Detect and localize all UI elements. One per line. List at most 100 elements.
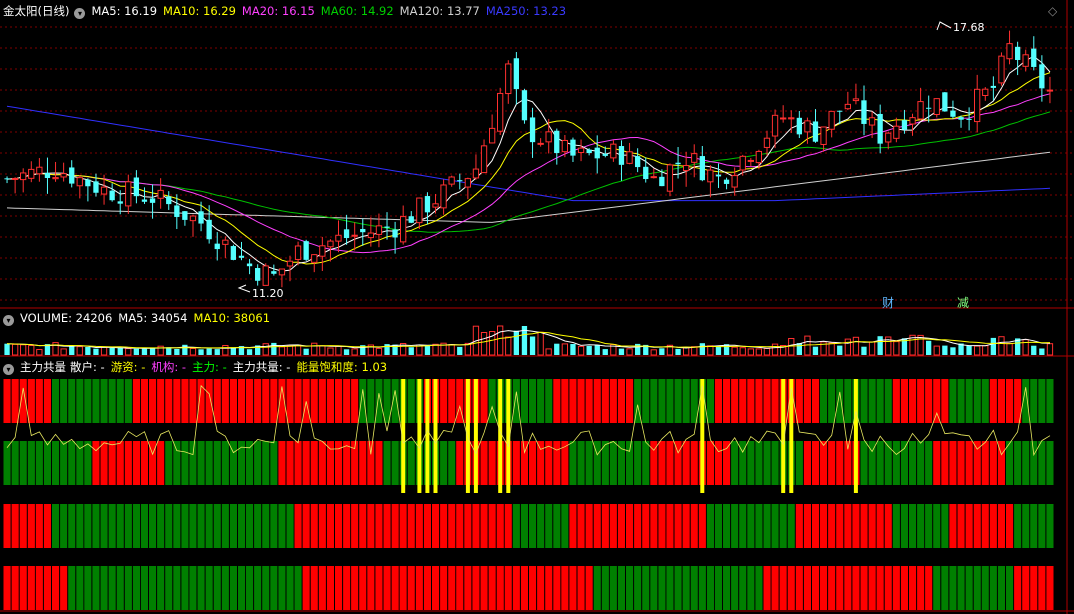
indicator-bar bbox=[747, 504, 755, 548]
indicator-bar bbox=[108, 379, 116, 423]
indicator-bar bbox=[464, 566, 472, 610]
candle-down bbox=[659, 176, 665, 187]
indicator-bar bbox=[335, 504, 343, 548]
candle-up bbox=[335, 234, 342, 242]
volume-bar-up bbox=[561, 343, 569, 356]
candle-up bbox=[400, 216, 407, 243]
candle-down bbox=[457, 180, 463, 182]
volume-bar-up bbox=[933, 345, 940, 356]
indicator-bar bbox=[472, 504, 480, 548]
indicator-bar bbox=[375, 504, 383, 548]
candle-down bbox=[182, 211, 188, 220]
candle-up bbox=[1022, 54, 1029, 67]
indicator-toggle-icon[interactable]: ▾ bbox=[3, 364, 14, 375]
indicator-bar bbox=[181, 566, 189, 610]
indicator-bar bbox=[60, 566, 68, 610]
candle-down bbox=[958, 117, 964, 120]
volume-bar-down bbox=[554, 343, 560, 355]
volume-bar-up bbox=[125, 348, 132, 356]
indicator-bar bbox=[43, 379, 51, 423]
indicator-bar bbox=[432, 566, 440, 610]
indicator-bar bbox=[795, 566, 803, 610]
candle-down bbox=[149, 198, 156, 203]
indicator-bar bbox=[100, 566, 108, 610]
indicator-bar bbox=[997, 504, 1005, 548]
indicator-bar bbox=[884, 379, 892, 423]
indicator-bar bbox=[302, 566, 310, 610]
indicator-bar bbox=[480, 441, 488, 485]
indicator-bar bbox=[706, 441, 714, 485]
financial-badge[interactable]: 财 bbox=[882, 294, 894, 311]
indicator-bar bbox=[876, 441, 884, 485]
indicator-bar bbox=[747, 379, 755, 423]
indicator-bar bbox=[480, 566, 488, 610]
indicator-bar bbox=[11, 566, 19, 610]
indicator-bar bbox=[326, 504, 334, 548]
jigou-label: 机构: - bbox=[151, 360, 187, 374]
indicator-bar bbox=[173, 504, 181, 548]
indicator-bar bbox=[383, 566, 391, 610]
indicator-bar bbox=[642, 566, 650, 610]
indicator-bar bbox=[181, 379, 189, 423]
indicator-bar bbox=[593, 504, 601, 548]
indicator-bar bbox=[868, 504, 876, 548]
volume-bar-up bbox=[294, 344, 302, 356]
indicator-bar bbox=[440, 379, 448, 423]
indicator-bar bbox=[909, 379, 917, 423]
indicator-bar bbox=[658, 379, 666, 423]
candle-down bbox=[837, 110, 843, 112]
indicator-bar bbox=[407, 566, 415, 610]
candle-up bbox=[375, 225, 383, 235]
indicator-bar bbox=[302, 379, 310, 423]
indicator-bar bbox=[84, 441, 92, 485]
indicator-bar bbox=[957, 379, 965, 423]
indicator-bar bbox=[909, 566, 917, 610]
indicator-bar bbox=[812, 379, 820, 423]
indicator-bar bbox=[617, 504, 625, 548]
indicator-bar bbox=[868, 566, 876, 610]
indicator-bar bbox=[440, 441, 448, 485]
indicator-bar bbox=[238, 379, 246, 423]
candle-down bbox=[521, 90, 528, 121]
indicator-bar bbox=[132, 566, 140, 610]
volume-toggle-icon[interactable]: ▾ bbox=[3, 315, 14, 326]
candle-up bbox=[100, 186, 108, 195]
indicator-bar bbox=[140, 379, 148, 423]
indicator-bar bbox=[949, 504, 957, 548]
indicator-bar bbox=[601, 379, 609, 423]
indicator-bar bbox=[440, 566, 448, 610]
indicator-bar bbox=[520, 504, 528, 548]
indicator-bar bbox=[949, 379, 957, 423]
indicator-bar bbox=[181, 441, 189, 485]
indicator-bar bbox=[262, 379, 270, 423]
indicator-bar bbox=[343, 379, 351, 423]
volume-bar-up bbox=[707, 345, 714, 356]
indicator-bar bbox=[682, 379, 690, 423]
indicator-bar bbox=[569, 441, 577, 485]
ma5-line bbox=[6, 55, 1051, 272]
candle-down bbox=[206, 219, 212, 240]
settings-toggle-icon[interactable]: ▾ bbox=[74, 8, 86, 19]
reduction-badge[interactable]: 减 bbox=[957, 294, 969, 311]
indicator-bar bbox=[747, 566, 755, 610]
candle-down bbox=[117, 201, 123, 204]
low-price-label: 11.20 bbox=[252, 287, 284, 300]
candle-down bbox=[618, 146, 625, 165]
indicator-bar bbox=[714, 504, 722, 548]
indicator-bar bbox=[981, 566, 989, 610]
candle-up bbox=[327, 240, 334, 248]
stock-chart[interactable] bbox=[0, 0, 1074, 614]
indicator-bar bbox=[310, 504, 318, 548]
indicator-bar bbox=[60, 441, 68, 485]
indicator-bar bbox=[690, 379, 698, 423]
indicator-bar bbox=[690, 566, 698, 610]
expand-diamond-icon[interactable]: ◇ bbox=[1048, 4, 1057, 18]
indicator-bar bbox=[537, 566, 545, 610]
indicator-bar bbox=[714, 379, 722, 423]
indicator-name: 主力共量 bbox=[20, 360, 66, 374]
signal-bar bbox=[425, 379, 430, 493]
indicator-bar bbox=[11, 441, 19, 485]
indicator-bar bbox=[35, 504, 43, 548]
indicator-bar bbox=[520, 566, 528, 610]
indicator-bar bbox=[634, 566, 642, 610]
